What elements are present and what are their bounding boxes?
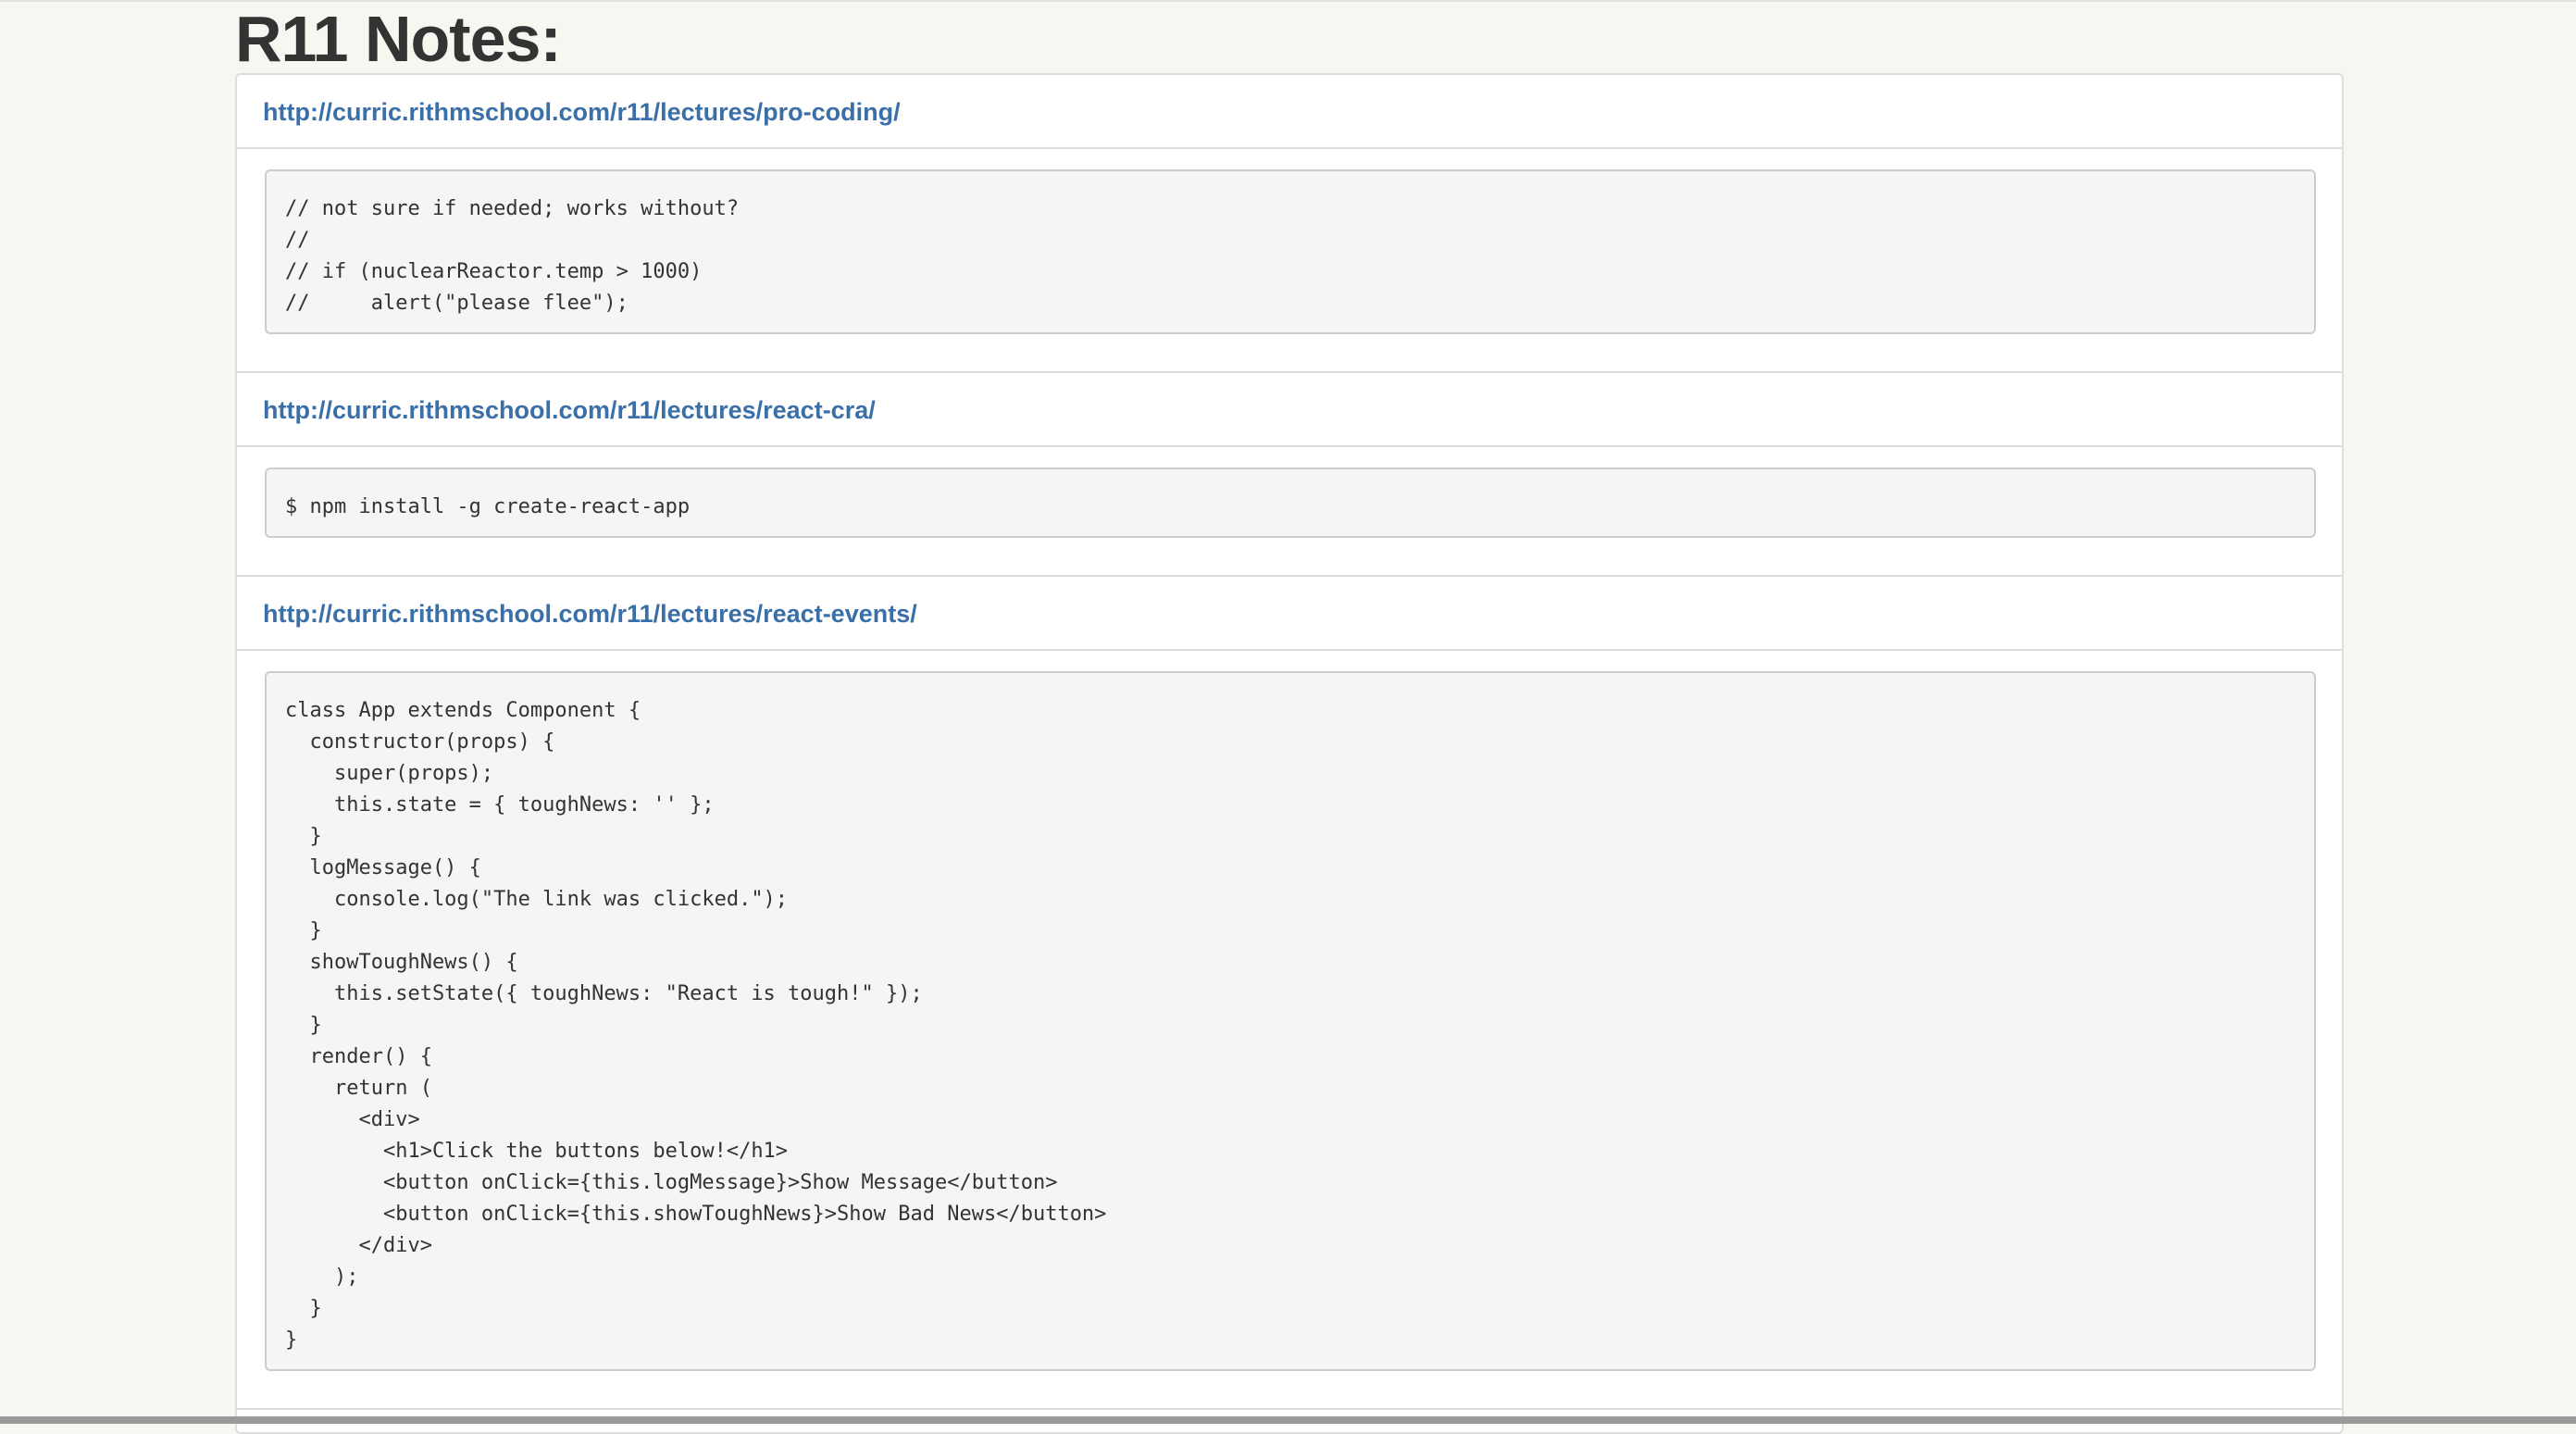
section-divider — [237, 1408, 2342, 1410]
section-header-pro-coding: http://curric.rithmschool.com/r11/lectur… — [237, 75, 2342, 149]
code-block-react-events: class App extends Component { constructo… — [265, 671, 2316, 1371]
lecture-link-react-cra[interactable]: http://curric.rithmschool.com/r11/lectur… — [263, 392, 876, 429]
page-title: R11 Notes: — [235, 3, 562, 75]
lecture-link-pro-coding[interactable]: http://curric.rithmschool.com/r11/lectur… — [263, 94, 901, 131]
code-block-react-cra: $ npm install -g create-react-app — [265, 468, 2316, 538]
top-border — [0, 0, 2576, 2]
notes-panel: http://curric.rithmschool.com/r11/lectur… — [235, 73, 2344, 1434]
lecture-link-react-events[interactable]: http://curric.rithmschool.com/r11/lectur… — [263, 595, 917, 632]
section-header-react-events: http://curric.rithmschool.com/r11/lectur… — [237, 577, 2342, 651]
window-bottom-edge — [0, 1416, 2576, 1424]
section-header-react-cra: http://curric.rithmschool.com/r11/lectur… — [237, 373, 2342, 447]
code-block-pro-coding: // not sure if needed; works without? //… — [265, 169, 2316, 334]
